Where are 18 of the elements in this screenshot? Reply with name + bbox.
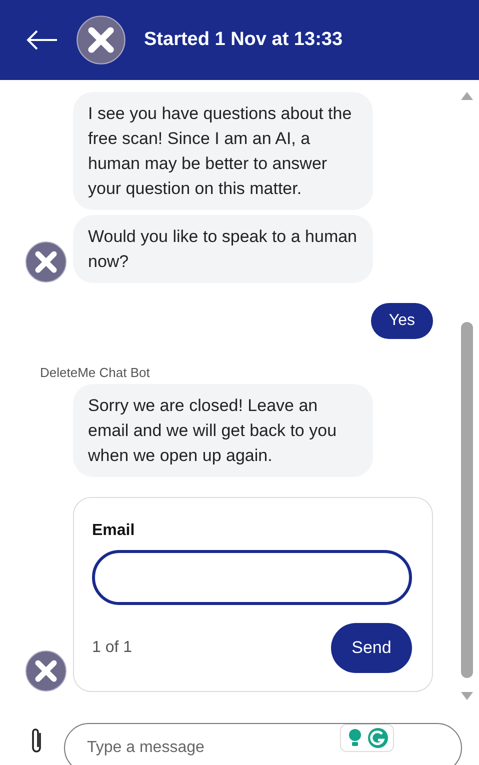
- user-message: Yes: [370, 303, 433, 339]
- grammar-assistant-icon[interactable]: [340, 724, 394, 752]
- scrollbar-thumb[interactable]: [461, 322, 473, 678]
- bot-message: I see you have questions about the free scan! Since I am an AI, a human may be better to answer your question on this matter.: [73, 92, 373, 210]
- email-label: Email: [92, 522, 136, 540]
- bot-message: Would you like to speak to a human now?: [73, 215, 373, 283]
- scroll-up-icon[interactable]: [461, 92, 473, 100]
- paperclip-icon[interactable]: [30, 726, 44, 754]
- avatar-icon: [76, 15, 126, 65]
- avatar-icon: [25, 650, 67, 692]
- avatar-icon: [25, 241, 67, 283]
- back-arrow-icon[interactable]: [26, 29, 58, 51]
- page-counter: 1 of 1: [92, 639, 132, 657]
- sender-name: DeleteMe Chat Bot: [40, 365, 151, 380]
- scroll-down-icon[interactable]: [461, 692, 473, 700]
- chat-title: Started 1 Nov at 13:33: [144, 29, 343, 51]
- send-button[interactable]: Send: [331, 623, 412, 673]
- bot-message: Sorry we are closed! Leave an email and we will get back to you when we open up again.: [73, 384, 373, 477]
